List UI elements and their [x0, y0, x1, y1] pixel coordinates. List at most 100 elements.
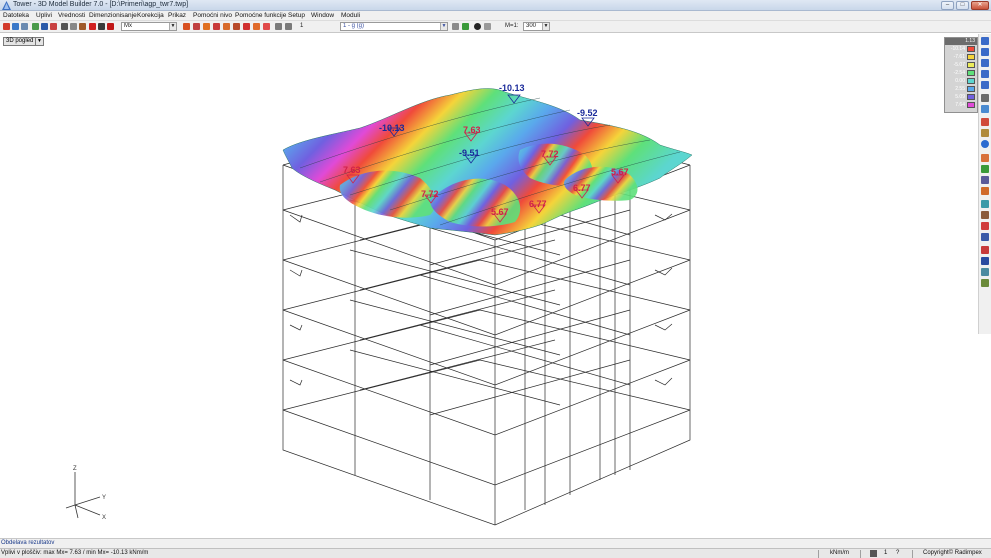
- menu-datoteka[interactable]: Datoteka: [3, 12, 29, 19]
- view-top-icon[interactable]: [981, 70, 989, 78]
- pan-icon[interactable]: [981, 154, 989, 162]
- force-icon[interactable]: [213, 23, 220, 30]
- menu-dimenzionisanje[interactable]: Dimenzionisanje: [89, 12, 137, 19]
- process-status-text: Obdelava rezultatov: [1, 540, 55, 546]
- axes-icon[interactable]: [981, 94, 989, 102]
- export-icon[interactable]: [462, 23, 469, 30]
- level-icon[interactable]: [263, 23, 270, 30]
- contrast-icon[interactable]: [474, 23, 481, 30]
- menu-moduli[interactable]: Moduli: [341, 12, 360, 19]
- menu-setup[interactable]: Setup: [288, 12, 305, 19]
- rotate-view-icon[interactable]: [981, 165, 989, 173]
- result-type-combo[interactable]: Mx ▼: [121, 22, 177, 31]
- rotate-icon[interactable]: [223, 23, 230, 30]
- level-combo[interactable]: 1 - g (g) ▼: [340, 22, 448, 31]
- measure-icon[interactable]: [79, 23, 86, 30]
- menu-window[interactable]: Window: [311, 12, 334, 19]
- house-icon[interactable]: [253, 23, 260, 30]
- cursor-icon[interactable]: [50, 23, 57, 30]
- display-icon[interactable]: [981, 257, 989, 265]
- max-label: 7.72: [421, 189, 439, 199]
- x-axis-label: X: [102, 515, 106, 521]
- menu-pomocni-nivo[interactable]: Pomoćni nivo: [193, 12, 232, 19]
- menu-pomocne-funkcije[interactable]: Pomoćne funkcije: [235, 12, 286, 19]
- statusbar-divider: [860, 550, 861, 558]
- hand-icon[interactable]: [981, 187, 989, 195]
- z-axis-label: Z: [73, 466, 77, 472]
- select-icon[interactable]: [41, 23, 48, 30]
- view-back-icon[interactable]: [981, 81, 989, 89]
- maximize-button[interactable]: □: [956, 1, 969, 10]
- help-indicator[interactable]: ?: [896, 550, 899, 556]
- moment-contour-surface: [282, 88, 693, 236]
- menu-uplivi[interactable]: Uplivi: [36, 12, 52, 19]
- scale-combo-value: 300: [526, 23, 537, 29]
- info-icon[interactable]: [981, 140, 989, 148]
- grid-view-icon[interactable]: [981, 200, 989, 208]
- chevron-down-icon: ▼: [169, 23, 176, 30]
- save-icon[interactable]: [21, 23, 28, 30]
- grid-toggle-icon[interactable]: [870, 550, 877, 557]
- columns-icon[interactable]: [61, 23, 68, 30]
- minimize-button[interactable]: –: [941, 1, 954, 10]
- copyright-text: Copyright© Radimpex: [923, 550, 982, 556]
- model-viewport[interactable]: 3D pogled ▼ -10.13 -10.13 -9.52 -9.51 7.…: [0, 34, 977, 537]
- y-axis-label: Y: [102, 495, 106, 501]
- moment-icon[interactable]: [203, 23, 210, 30]
- support-icon[interactable]: [193, 23, 200, 30]
- frame-icon[interactable]: [70, 23, 77, 30]
- window-title: Tower - 3D Model Builder 7.0 - [D:\Prime…: [13, 1, 189, 8]
- layers-icon[interactable]: [981, 129, 989, 137]
- scale-combo[interactable]: 300 ▼: [523, 22, 550, 31]
- loads-icon[interactable]: [981, 222, 989, 230]
- legend-value: -2.54: [953, 70, 965, 76]
- legend-item: -2.54: [945, 69, 977, 77]
- title-bar: Tower - 3D Model Builder 7.0 - [D:\Prime…: [0, 0, 991, 11]
- view-iso-icon[interactable]: [981, 37, 989, 45]
- table-icon[interactable]: [98, 23, 105, 30]
- legend-swatch: [967, 94, 975, 100]
- view-front-icon[interactable]: [981, 48, 989, 56]
- legend-swatch: [967, 78, 975, 84]
- min-label: -9.52: [577, 108, 598, 118]
- section-icon[interactable]: [981, 211, 989, 219]
- stop-icon[interactable]: [107, 23, 114, 30]
- arrow-up-icon[interactable]: [243, 23, 250, 30]
- menu-prikaz[interactable]: Prikaz: [168, 12, 186, 19]
- perspective-icon[interactable]: [981, 105, 989, 113]
- fit-icon[interactable]: [484, 23, 491, 30]
- load-icon[interactable]: [183, 23, 190, 30]
- redo-icon[interactable]: [285, 23, 292, 30]
- legend-header: 1.13: [945, 38, 977, 45]
- zoom-icon[interactable]: [981, 176, 989, 184]
- view-side-icon[interactable]: [981, 59, 989, 67]
- new-icon[interactable]: [3, 23, 10, 30]
- legend-item: -10.14: [945, 45, 977, 53]
- close-button[interactable]: ✕: [971, 1, 989, 10]
- grid-icon[interactable]: [32, 23, 39, 30]
- statusbar-divider: [912, 550, 913, 558]
- color-fill-icon[interactable]: [981, 246, 989, 254]
- beam-icon[interactable]: [233, 23, 240, 30]
- menu-korekcija[interactable]: Korekcija: [137, 12, 164, 19]
- supports-icon[interactable]: [981, 233, 989, 241]
- marker-icon[interactable]: [89, 23, 96, 30]
- open-icon[interactable]: [12, 23, 19, 30]
- max-label: 6.77: [573, 183, 591, 193]
- legend-value: 0.00: [955, 78, 965, 84]
- model-drawing: -10.13 -10.13 -9.52 -9.51 7.63 7.63 7.72…: [65, 83, 693, 526]
- scale-label: M=1:: [505, 23, 519, 29]
- legend-item: 0.00: [945, 77, 977, 85]
- print-icon[interactable]: [452, 23, 459, 30]
- filter-icon[interactable]: [981, 268, 989, 276]
- legend-value: 2.55: [955, 86, 965, 92]
- menu-vrednosti[interactable]: Vrednosti: [58, 12, 85, 19]
- max-label: 5.67: [491, 207, 509, 217]
- target-icon[interactable]: [981, 118, 989, 126]
- chevron-down-icon: ▼: [542, 23, 549, 30]
- units-indicator: kNm/m: [830, 550, 849, 556]
- undo-icon[interactable]: [275, 23, 282, 30]
- tree-icon[interactable]: [981, 279, 989, 287]
- legend-value: 7.64: [955, 102, 965, 108]
- max-label: 7.63: [463, 125, 481, 135]
